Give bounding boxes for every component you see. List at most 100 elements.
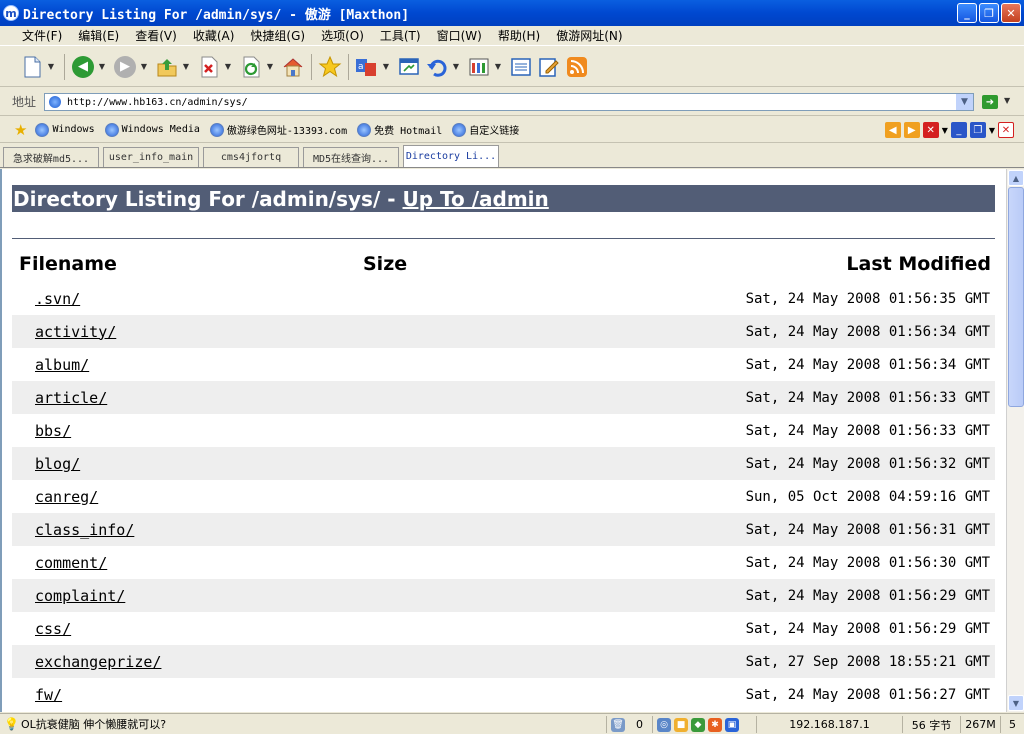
favorites-star-icon[interactable]: ★	[14, 121, 27, 139]
translate-button[interactable]: a	[354, 54, 380, 80]
scroll-up-arrow-icon[interactable]: ▲	[1008, 170, 1024, 186]
rss-icon	[567, 56, 587, 77]
file-link[interactable]: blog/	[35, 455, 80, 473]
file-link[interactable]: canreg/	[35, 488, 98, 506]
menu-bar: 文件(F) 编辑(E) 查看(V) 收藏(A) 快捷组(G) 选项(O) 工具(…	[0, 26, 1024, 46]
up-dropdown[interactable]: ▼	[181, 62, 191, 71]
undo-close-button[interactable]	[424, 54, 450, 80]
file-link[interactable]: complaint/	[35, 587, 125, 605]
ie-page-icon	[35, 122, 50, 137]
undo-dropdown[interactable]: ▼	[451, 62, 461, 71]
file-link[interactable]: class_info/	[35, 521, 134, 539]
menu-window[interactable]: 窗口(W)	[429, 27, 490, 44]
refresh-icon	[243, 56, 260, 77]
file-link[interactable]: exchangeprize/	[35, 653, 161, 671]
translate-dropdown[interactable]: ▼	[381, 62, 391, 71]
up-button[interactable]	[154, 54, 180, 80]
status-plugins[interactable]: ◎ ■ ◆ ✱ ▣	[652, 716, 746, 733]
file-link[interactable]: css/	[35, 620, 71, 638]
back-button[interactable]: ◀	[70, 54, 96, 80]
menu-file[interactable]: 文件(F)	[14, 27, 70, 44]
menu-tools[interactable]: 工具(T)	[372, 27, 429, 44]
menu-favorites[interactable]: 收藏(A)	[185, 27, 243, 44]
maxthon-app-icon[interactable]: m	[3, 5, 19, 21]
minimize-tab-icon[interactable]: _	[950, 122, 967, 138]
refresh-button[interactable]	[238, 54, 264, 80]
restore-tab-dropdown[interactable]: ▼	[989, 126, 995, 135]
table-row: comment/Sat, 24 May 2008 01:56:30 GMT	[12, 546, 995, 579]
favorite-link[interactable]: Windows Media	[104, 122, 200, 137]
prev-tab-icon[interactable]: ◀	[884, 122, 901, 138]
favorites-button[interactable]	[317, 54, 343, 80]
refresh-dropdown[interactable]: ▼	[265, 62, 275, 71]
tab-md5-query[interactable]: MD5在线查询...	[303, 147, 399, 167]
ie-page-icon	[104, 122, 119, 137]
address-bar: 地址 http://www.hb163.cn/admin/sys/ ▼ ➜ ▼	[0, 88, 1024, 116]
restore-button[interactable]: ❐	[979, 3, 999, 23]
forward-arrow-icon: ▶	[114, 55, 136, 78]
file-link[interactable]: comment/	[35, 554, 107, 572]
table-row: canreg/Sun, 05 Oct 2008 04:59:16 GMT	[12, 480, 995, 513]
favorites-bar: ★ Windows Windows Media 傲游绿色网址-13393.com…	[0, 117, 1024, 143]
new-page-dropdown[interactable]: ▼	[46, 62, 56, 71]
restore-tab-icon[interactable]: ❐	[969, 122, 986, 138]
file-link[interactable]: bbs/	[35, 422, 71, 440]
title-bar: m Directory Listing For /admin/sys/ - 傲游…	[0, 0, 1024, 26]
rss-button[interactable]	[564, 54, 590, 80]
tab-directory-listing[interactable]: Directory Li...	[403, 145, 499, 167]
file-link[interactable]: activity/	[35, 323, 116, 341]
forward-button[interactable]: ▶	[112, 54, 138, 80]
sidebar-button[interactable]	[508, 54, 534, 80]
address-url[interactable]: http://www.hb163.cn/admin/sys/	[67, 97, 248, 108]
address-input[interactable]: http://www.hb163.cn/admin/sys/ ▼	[44, 93, 974, 111]
tab-cms4jfortq[interactable]: cms4jfortq	[203, 147, 299, 167]
file-modified: Sat, 24 May 2008 01:56:33 GMT	[745, 422, 990, 439]
next-tab-icon[interactable]: ▶	[903, 122, 920, 138]
menu-maxthon-sites[interactable]: 傲游网址(N)	[548, 27, 630, 44]
columns-button[interactable]	[466, 54, 492, 80]
window-view-button[interactable]	[396, 54, 422, 80]
file-modified: Sat, 24 May 2008 01:56:31 GMT	[745, 521, 990, 538]
stop-button[interactable]	[196, 54, 222, 80]
tab-user-info-main[interactable]: user_info_main	[103, 147, 199, 167]
close-tab-icon[interactable]: ✕	[922, 122, 939, 138]
scroll-thumb[interactable]	[1008, 187, 1024, 407]
home-button[interactable]	[280, 54, 306, 80]
favorite-link[interactable]: 自定义链接	[452, 122, 519, 137]
minimize-button[interactable]: _	[957, 3, 977, 23]
menu-edit[interactable]: 编辑(E)	[70, 27, 127, 44]
close-window-icon[interactable]: ✕	[998, 122, 1014, 138]
close-button[interactable]: ✕	[1001, 3, 1021, 23]
go-button[interactable]: ➜	[982, 95, 998, 109]
favorite-link[interactable]: Windows	[35, 122, 95, 137]
status-counter[interactable]: 🗑 0	[606, 716, 647, 733]
menu-options[interactable]: 选项(O)	[313, 27, 372, 44]
ie-page-icon	[452, 122, 467, 137]
address-dropdown-button[interactable]: ▼	[956, 94, 973, 110]
notes-button[interactable]	[536, 54, 562, 80]
status-message[interactable]: 💡 OL抗衰健脑 伸个懒腰就可以?	[4, 716, 166, 732]
up-to-parent-link[interactable]: Up To /admin	[403, 187, 549, 211]
columns-dropdown[interactable]: ▼	[493, 62, 503, 71]
scroll-down-arrow-icon[interactable]: ▼	[1008, 695, 1024, 711]
close-tab-dropdown[interactable]: ▼	[942, 126, 948, 135]
table-row: complaint/Sat, 24 May 2008 01:56:29 GMT	[12, 579, 995, 612]
ie-page-icon	[357, 122, 372, 137]
window-controls: _ ❐ ✕	[957, 3, 1021, 23]
menu-view[interactable]: 查看(V)	[127, 27, 185, 44]
file-link[interactable]: article/	[35, 389, 107, 407]
menu-groups[interactable]: 快捷组(G)	[242, 27, 313, 44]
file-link[interactable]: album/	[35, 356, 89, 374]
file-link[interactable]: fw/	[35, 686, 62, 704]
forward-dropdown[interactable]: ▼	[139, 62, 149, 71]
vertical-scrollbar[interactable]: ▲ ▼	[1006, 169, 1024, 712]
tab-md5-crack[interactable]: 急求破解md5...	[3, 147, 99, 167]
menu-help[interactable]: 帮助(H)	[490, 27, 548, 44]
new-page-button[interactable]	[19, 54, 45, 80]
stop-dropdown[interactable]: ▼	[223, 62, 233, 71]
file-link[interactable]: .svn/	[35, 290, 80, 308]
favorite-link[interactable]: 免费 Hotmail	[357, 122, 442, 137]
favorite-link[interactable]: 傲游绿色网址-13393.com	[209, 122, 347, 137]
go-dropdown[interactable]: ▼	[1004, 96, 1010, 105]
back-dropdown[interactable]: ▼	[97, 62, 107, 71]
